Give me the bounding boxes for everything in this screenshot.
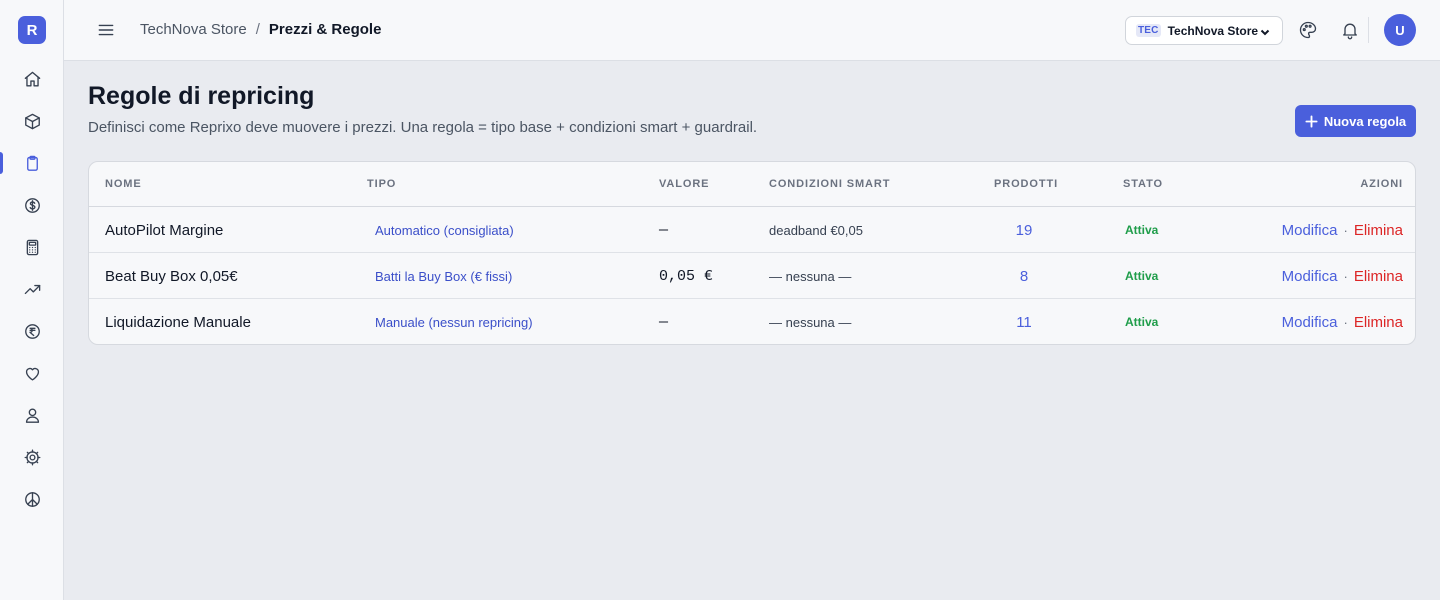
page-title: Regole di repricing xyxy=(88,82,315,110)
breadcrumb: TechNova Store / Prezzi & Regole xyxy=(140,21,381,38)
top-bar: TechNova Store / Prezzi & Regole TEC Tec… xyxy=(64,0,1440,61)
row-actions: Modifica · Elimina xyxy=(1282,299,1403,344)
new-rule-button[interactable]: Nuova regola xyxy=(1295,105,1416,137)
rule-type-link[interactable]: Automatico (consigliata) xyxy=(375,207,514,253)
breadcrumb-parent[interactable]: TechNova Store xyxy=(140,21,247,38)
rule-name: Beat Buy Box 0,05€ xyxy=(105,267,238,285)
breadcrumb-current: Prezzi & Regole xyxy=(268,21,382,38)
store-badge: TEC xyxy=(1136,24,1161,37)
rule-type-link[interactable]: Manuale (nessun repricing) xyxy=(375,299,533,344)
sidebar-item-misc[interactable] xyxy=(0,479,64,519)
sidebar-item-rules[interactable] xyxy=(0,143,64,183)
dollar-icon xyxy=(24,197,40,213)
bell-icon xyxy=(1343,23,1357,40)
trending-up-icon xyxy=(24,284,40,294)
plus-icon xyxy=(1305,114,1318,128)
rules-table: NOME TIPO VALORE CONDIZIONI SMART PRODOT… xyxy=(88,161,1416,345)
store-name: TechNova Store xyxy=(1167,23,1259,38)
table-row: Beat Buy Box 0,05€ Batti la Buy Box (€ f… xyxy=(89,253,1415,299)
rule-value: — xyxy=(659,313,669,331)
new-rule-label: Nuova regola xyxy=(1323,113,1407,129)
table-header: NOME TIPO VALORE CONDIZIONI SMART PRODOT… xyxy=(89,162,1415,207)
sidebar-item-products[interactable] xyxy=(0,101,64,141)
sidebar-item-analytics[interactable] xyxy=(0,269,64,309)
sidebar-item-prices[interactable] xyxy=(0,185,64,225)
column-header-name: NOME xyxy=(105,178,142,190)
breadcrumb-separator: / xyxy=(255,21,260,38)
row-actions: Modifica · Elimina xyxy=(1282,253,1403,299)
sidebar: R xyxy=(0,0,64,600)
action-separator: · xyxy=(1343,222,1348,238)
menu-toggle-button[interactable] xyxy=(96,20,116,40)
rule-products-link[interactable]: 11 xyxy=(994,299,1054,344)
sidebar-item-settings[interactable] xyxy=(0,437,64,477)
rule-name: AutoPilot Margine xyxy=(105,221,224,239)
calculator-icon xyxy=(26,239,38,255)
sidebar-item-favorites[interactable] xyxy=(0,353,64,393)
status-badge: Attiva xyxy=(1125,223,1159,237)
store-selector[interactable]: TEC TechNova Store xyxy=(1125,16,1283,45)
edit-rule-button[interactable]: Modifica xyxy=(1282,268,1338,285)
notifications-button[interactable] xyxy=(1340,20,1360,40)
hamburger-icon xyxy=(98,24,114,36)
sidebar-item-account[interactable] xyxy=(0,395,64,435)
rule-type-link[interactable]: Batti la Buy Box (€ fissi) xyxy=(375,253,512,299)
topbar-divider xyxy=(1368,17,1369,43)
user-icon xyxy=(25,407,39,423)
edit-rule-button[interactable]: Modifica xyxy=(1282,314,1338,331)
column-header-value: VALORE xyxy=(659,178,710,190)
rule-name: Liquidazione Manuale xyxy=(105,313,251,331)
rule-conditions: deadband €0,05 xyxy=(769,222,863,238)
rule-products-link[interactable]: 19 xyxy=(994,207,1054,253)
action-separator: · xyxy=(1343,268,1348,284)
rule-value: — xyxy=(659,221,669,239)
action-separator: · xyxy=(1343,314,1348,330)
column-header-products: PRODOTTI xyxy=(994,178,1059,190)
status-badge: Attiva xyxy=(1125,315,1159,329)
rule-products-link[interactable]: 8 xyxy=(994,253,1054,299)
chevron-down-icon xyxy=(1259,25,1271,37)
table-row: AutoPilot Margine Automatico (consigliat… xyxy=(89,207,1415,253)
app-logo[interactable]: R xyxy=(18,16,46,44)
delete-rule-button[interactable]: Elimina xyxy=(1354,314,1403,331)
peace-icon xyxy=(24,491,40,507)
box-icon xyxy=(24,113,40,129)
delete-rule-button[interactable]: Elimina xyxy=(1354,268,1403,285)
palette-icon xyxy=(1299,21,1317,39)
column-header-status: STATO xyxy=(1123,178,1163,190)
clipboard-icon xyxy=(26,155,38,171)
column-header-actions: AZIONI xyxy=(1360,178,1403,190)
rule-conditions: — nessuna — xyxy=(769,314,852,330)
sidebar-item-home[interactable] xyxy=(0,59,64,99)
avatar[interactable]: U xyxy=(1384,14,1416,46)
home-icon xyxy=(24,71,40,87)
theme-button[interactable] xyxy=(1298,20,1318,40)
rupee-icon xyxy=(24,323,40,339)
gear-icon xyxy=(24,449,40,465)
row-actions: Modifica · Elimina xyxy=(1282,207,1403,253)
rule-conditions: — nessuna — xyxy=(769,268,852,284)
sidebar-item-currency[interactable] xyxy=(0,311,64,351)
heart-icon xyxy=(25,367,39,381)
column-header-type: TIPO xyxy=(367,178,397,190)
delete-rule-button[interactable]: Elimina xyxy=(1354,222,1403,239)
column-header-conditions: CONDIZIONI SMART xyxy=(769,178,891,190)
sidebar-item-calculator[interactable] xyxy=(0,227,64,267)
status-badge: Attiva xyxy=(1125,269,1159,283)
page-subtitle: Definisci come Reprixo deve muovere i pr… xyxy=(88,119,758,136)
edit-rule-button[interactable]: Modifica xyxy=(1282,222,1338,239)
rule-value: 0,05 € xyxy=(659,267,714,285)
table-row: Liquidazione Manuale Manuale (nessun rep… xyxy=(89,299,1415,344)
